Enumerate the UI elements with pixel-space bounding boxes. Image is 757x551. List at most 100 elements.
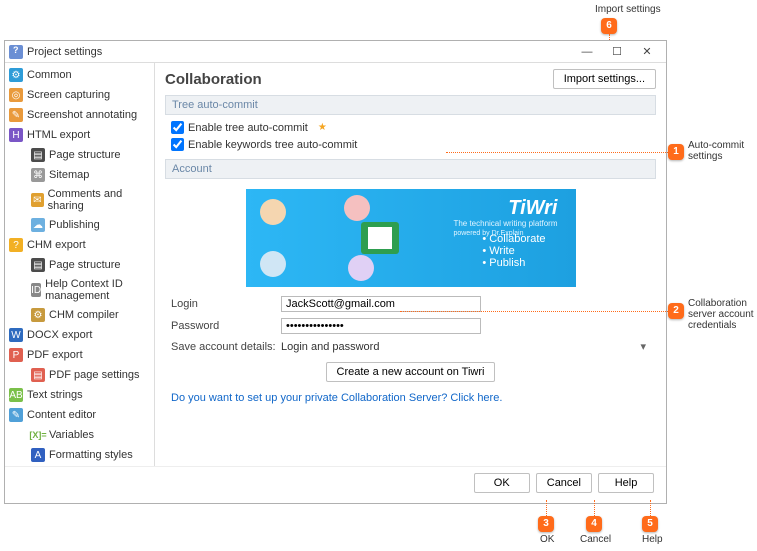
sidebar-item-variables[interactable]: [X]= Variables [5,425,154,445]
screen-capturing-icon: ◎ [9,88,23,102]
sidebar-item-chm-compiler[interactable]: ⚙ CHM compiler [5,305,154,325]
star-icon: ★ [318,122,327,133]
doc-icon [361,222,399,254]
page-title: Collaboration [165,71,553,88]
minimize-button[interactable]: — [572,42,602,62]
comments-and-sharing-icon: ✉ [31,193,44,207]
sidebar-item-label: Page structure [49,149,121,161]
sidebar-item-label: Screenshot annotating [27,109,137,121]
sidebar-item-page-structure[interactable]: ▤ Page structure [5,255,154,275]
tiwri-banner: TiWri The technical writing platformpowe… [246,189,576,287]
sidebar-item-label: Publishing [49,219,100,231]
variables-icon: [X]= [31,428,45,442]
close-button[interactable]: ✕ [632,42,662,62]
sidebar-item-pdf-export[interactable]: P PDF export [5,345,154,365]
titlebar: Project settings — ☐ ✕ [5,41,666,63]
password-input[interactable] [281,318,481,334]
pdf-export-icon: P [9,348,23,362]
callout-2-label: Collaboration server account credentials [688,298,754,331]
sidebar-item-label: PDF export [27,349,83,361]
enable-keywords-autocommit-checkbox[interactable] [171,138,184,151]
pdf-page-settings-icon: ▤ [31,368,45,382]
callout-3-label: OK [540,534,554,545]
sidebar-item-label: Comments and sharing [48,188,150,212]
tiwri-bullets: Collaborate Write Publish [482,233,545,269]
sidebar-item-label: Page structure [49,259,121,271]
project-settings-window: Project settings — ☐ ✕ ⚙ Common ◎ Screen ca… [4,40,667,504]
sidebar-item-publishing[interactable]: ☁ Publishing [5,215,154,235]
callout-6-badge: 6 [601,18,617,34]
sidebar-item-text-strings[interactable]: AB Text strings [5,385,154,405]
content-editor-icon: ✎ [9,408,23,422]
html-export-icon: H [9,128,23,142]
sidebar-item-formatting-styles[interactable]: A Formatting styles [5,445,154,465]
sidebar-item-chm-export[interactable]: ? CHM export [5,235,154,255]
ok-button[interactable]: OK [474,473,530,493]
sidebar-item-label: Help Context ID management [45,278,150,302]
page-structure-icon: ▤ [31,148,45,162]
sitemap-icon: ⌘ [31,168,45,182]
sidebar-item-html-export[interactable]: H HTML export [5,125,154,145]
sidebar-item-label: Common [27,69,72,81]
sidebar-item-label: HTML export [27,129,90,141]
sidebar-item-pdf-page-settings[interactable]: ▤ PDF page settings [5,365,154,385]
sidebar-item-screenshot-annotating[interactable]: ✎ Screenshot annotating [5,105,154,125]
callout-4-label: Cancel [580,534,611,545]
callout-6-label: Import settings [595,4,661,15]
save-details-select[interactable]: Login and password ▾ [281,340,650,353]
sidebar-item-label: DOCX export [27,329,92,341]
sidebar-item-label: Formatting styles [49,449,133,461]
callout-5-label: Help [642,534,663,545]
create-tiwri-account-button[interactable]: Create a new account on Tiwri [326,362,496,382]
tiwri-title: TiWri [508,197,557,220]
section-account: Account [165,159,656,179]
sidebar-item-label: Text strings [27,389,83,401]
maximize-button[interactable]: ☐ [602,42,632,62]
dialog-footer: OK Cancel Help [5,466,666,503]
callout-3: 3 [538,516,554,532]
login-input[interactable] [281,296,481,312]
sidebar-item-common[interactable]: ⚙ Common [5,65,154,85]
sidebar-item-label: PDF page settings [49,369,140,381]
app-icon [9,45,23,59]
callout-1: 1 [668,144,684,160]
cancel-button[interactable]: Cancel [536,473,592,493]
section-tree-autocommit: Tree auto-commit [165,95,656,115]
sidebar-item-label: CHM export [27,239,86,251]
sidebar-item-label: Variables [49,429,94,441]
enable-tree-autocommit-label: Enable tree auto-commit [188,122,308,134]
sidebar-item-label: Content editor [27,409,96,421]
main-panel: Collaboration Import settings... Tree au… [155,63,666,466]
private-server-link[interactable]: Do you want to set up your private Colla… [165,388,656,408]
common-icon: ⚙ [9,68,23,82]
window-title: Project settings [27,46,572,58]
callout-4: 4 [586,516,602,532]
page-structure-icon: ▤ [31,258,45,272]
enable-tree-autocommit-checkbox[interactable] [171,121,184,134]
sidebar-item-label: Sitemap [49,169,89,181]
sidebar-item-sitemap[interactable]: ⌘ Sitemap [5,165,154,185]
screenshot-annotating-icon: ✎ [9,108,23,122]
publishing-icon: ☁ [31,218,45,232]
formatting-styles-icon: A [31,448,45,462]
text-strings-icon: AB [9,388,23,402]
callout-2: 2 [668,303,684,319]
help-button[interactable]: Help [598,473,654,493]
sidebar-item-screen-capturing[interactable]: ◎ Screen capturing [5,85,154,105]
sidebar-item-comments-and-sharing[interactable]: ✉ Comments and sharing [5,185,154,215]
chm-compiler-icon: ⚙ [31,308,45,322]
help-context-id-management-icon: ID [31,283,41,297]
chm-export-icon: ? [9,238,23,252]
callout-5: 5 [642,516,658,532]
sidebar-item-label: CHM compiler [49,309,119,321]
sidebar-item-help-context-id-management[interactable]: ID Help Context ID management [5,275,154,305]
save-details-label: Save account details: [171,341,281,353]
sidebar-item-content-editor[interactable]: ✎ Content editor [5,405,154,425]
sidebar: ⚙ Common ◎ Screen capturing ✎ Screenshot anno… [5,63,155,466]
sidebar-item-label: Screen capturing [27,89,110,101]
password-label: Password [171,320,281,332]
sidebar-item-docx-export[interactable]: WDOCX export [5,325,154,345]
import-settings-button[interactable]: Import settings... [553,69,656,89]
sidebar-item-page-structure[interactable]: ▤ Page structure [5,145,154,165]
chevron-down-icon: ▾ [640,340,646,353]
